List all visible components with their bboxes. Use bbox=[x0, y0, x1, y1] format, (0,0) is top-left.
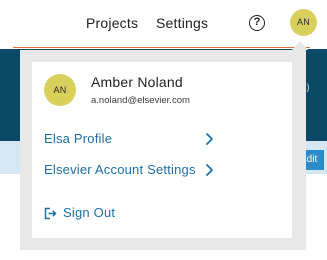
nav-projects-link[interactable]: Projects bbox=[86, 15, 138, 31]
chevron-right-icon[interactable] bbox=[204, 163, 215, 177]
user-email: a.noland@elsevier.com bbox=[91, 95, 190, 106]
sign-out-icon bbox=[44, 207, 57, 220]
dropdown-caret bbox=[292, 41, 308, 50]
dropdown-avatar: AN bbox=[44, 74, 76, 106]
sign-out-label: Sign Out bbox=[63, 205, 116, 220]
account-dropdown: AN Amber Noland a.noland@elsevier.com El… bbox=[32, 62, 292, 238]
user-avatar-button[interactable]: AN bbox=[290, 9, 317, 36]
user-name: Amber Noland bbox=[91, 74, 183, 90]
elsa-profile-link[interactable]: Elsa Profile bbox=[44, 131, 112, 146]
nav-underline bbox=[13, 47, 310, 48]
account-settings-link[interactable]: Elsevier Account Settings bbox=[44, 162, 196, 177]
top-navigation: Projects Settings ? AN bbox=[0, 0, 327, 48]
nav-settings-link[interactable]: Settings bbox=[156, 15, 208, 31]
chevron-right-icon[interactable] bbox=[204, 132, 215, 146]
help-icon[interactable]: ? bbox=[249, 15, 265, 31]
